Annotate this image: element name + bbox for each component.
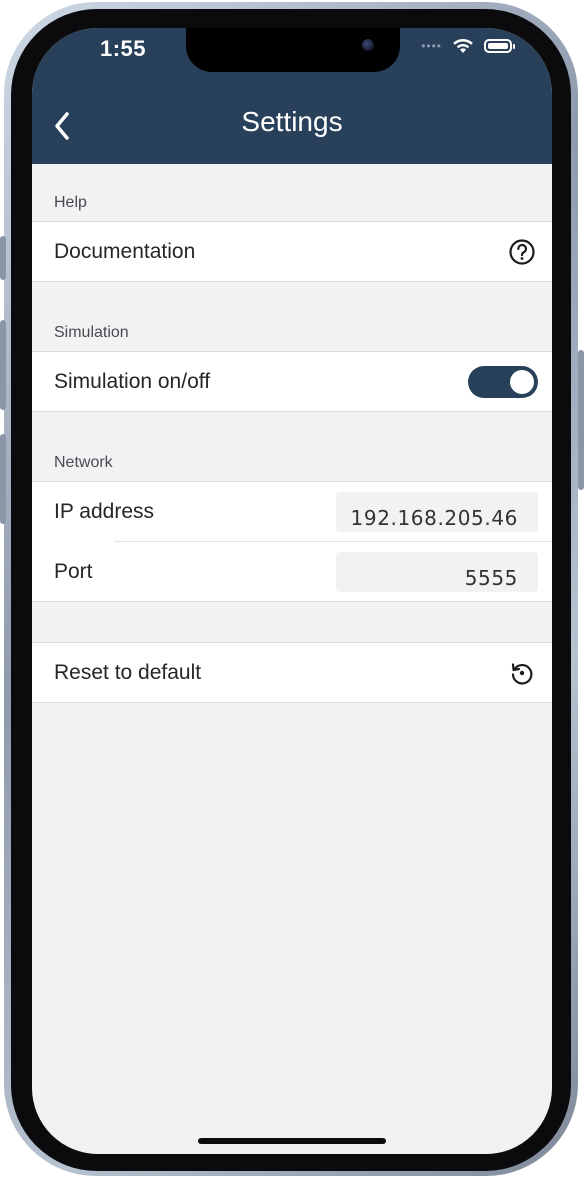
documentation-label: Documentation — [54, 239, 196, 263]
section-header-network: Network — [32, 412, 552, 482]
action-button — [0, 236, 6, 280]
volume-down-button — [0, 434, 6, 524]
section-header-help: Help — [32, 164, 552, 222]
wifi-icon — [453, 38, 473, 53]
simulation-label: Simulation on/off — [54, 369, 211, 393]
page-title: Settings — [241, 106, 343, 137]
simulation-toggle[interactable] — [468, 365, 538, 398]
notch — [186, 28, 400, 72]
reset-label: Reset to default — [54, 660, 202, 684]
home-indicator — [198, 1138, 386, 1144]
camera-icon — [362, 39, 374, 51]
settings-list: Help Documentation Simulation Simulation… — [32, 164, 552, 703]
port-row: Port 5555 — [32, 542, 552, 602]
section-header-simulation: Simulation — [32, 282, 552, 352]
signal-dots-icon: •••• — [421, 39, 442, 53]
battery-icon — [484, 39, 515, 53]
status-icons: •••• — [421, 38, 515, 54]
port-input[interactable]: 5555 — [336, 551, 538, 592]
phone-device: 1:55 •••• Settings Help Documentation Si… — [0, 0, 584, 1180]
port-label: Port — [54, 559, 93, 583]
volume-up-button — [0, 320, 6, 410]
ip-address-row: IP address 192.168.205.46 — [32, 482, 552, 542]
toggle-knob — [510, 369, 534, 394]
ip-address-label: IP address — [54, 500, 155, 523]
power-button — [578, 350, 584, 490]
nav-header: 1:55 •••• Settings — [32, 28, 552, 164]
reset-row[interactable]: Reset to default — [32, 643, 552, 703]
question-circle-icon[interactable] — [506, 236, 538, 268]
reset-icon[interactable] — [506, 657, 538, 689]
status-time: 1:55 — [100, 36, 147, 61]
ip-address-input[interactable]: 192.168.205.46 — [336, 492, 538, 532]
documentation-row[interactable]: Documentation — [32, 222, 552, 282]
section-spacer — [32, 602, 552, 643]
simulation-row: Simulation on/off — [32, 352, 552, 412]
screen: 1:55 •••• Settings Help Documentation Si… — [32, 28, 552, 1154]
